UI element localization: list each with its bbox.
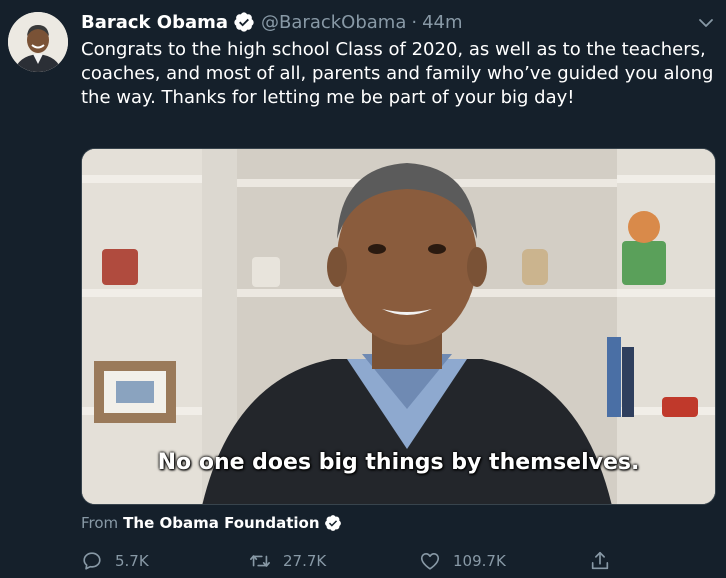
verified-badge-icon: [324, 515, 341, 531]
avatar[interactable]: [8, 12, 68, 72]
tweet-header: Barack Obama @BarackObama · 44m: [81, 10, 463, 34]
reply-count: 5.7K: [115, 552, 149, 570]
video-source: From The Obama Foundation: [81, 512, 342, 534]
verified-badge-icon: [234, 12, 254, 32]
retweet-icon: [250, 555, 270, 567]
source-name[interactable]: The Obama Foundation: [123, 514, 319, 532]
reply-icon: [83, 552, 101, 570]
like-button[interactable]: 109.7K: [419, 548, 506, 574]
share-button[interactable]: [589, 548, 623, 574]
like-icon: [420, 553, 440, 570]
retweet-button[interactable]: 27.7K: [249, 548, 326, 574]
reply-button[interactable]: 5.7K: [81, 548, 149, 574]
author-handle[interactable]: @BarackObama: [261, 12, 406, 33]
video-player[interactable]: No one does big things by themselves.: [81, 148, 716, 505]
author-name[interactable]: Barack Obama: [81, 12, 228, 33]
separator-dot: ·: [411, 11, 418, 33]
chevron-down-icon[interactable]: [698, 16, 714, 30]
share-icon: [591, 551, 609, 570]
like-count: 109.7K: [453, 552, 506, 570]
video-subtitle: No one does big things by themselves.: [157, 450, 640, 475]
tweet-text: Congrats to the high school Class of 202…: [81, 39, 714, 108]
source-prefix: From: [81, 514, 119, 532]
tweet-actions: 5.7K 27.7K 109.7K: [81, 548, 721, 574]
retweet-count: 27.7K: [283, 552, 327, 570]
timestamp[interactable]: 44m: [422, 12, 462, 33]
